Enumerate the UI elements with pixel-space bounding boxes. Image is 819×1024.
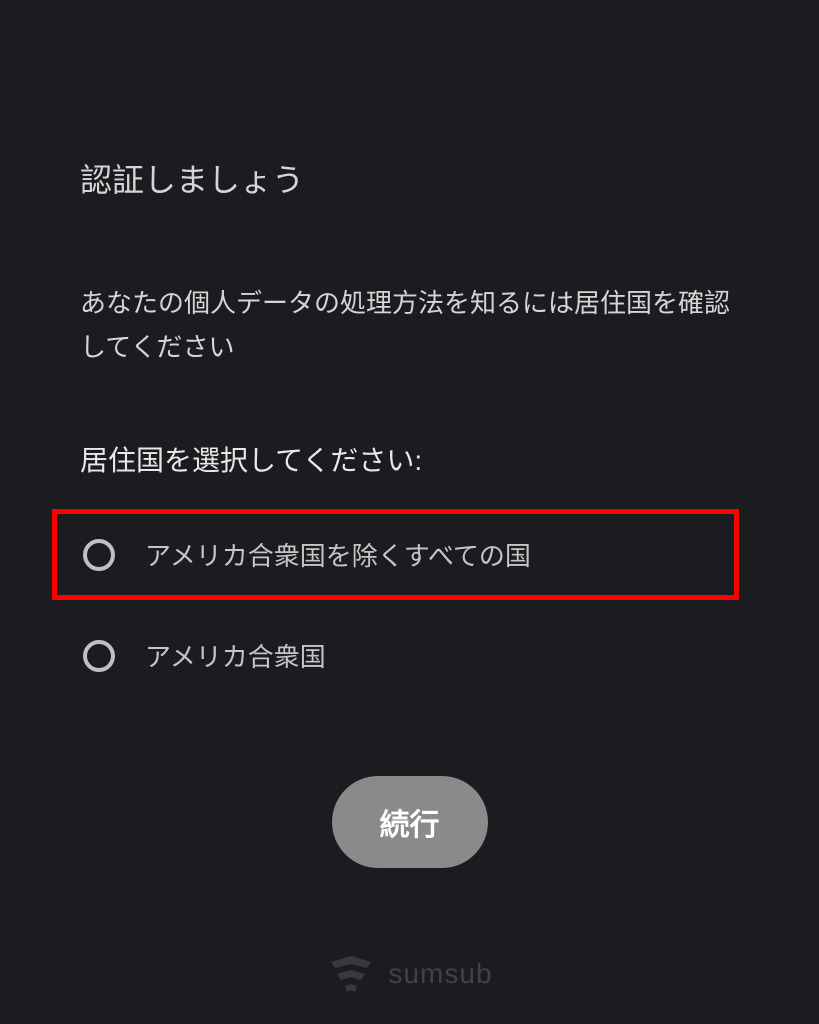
radio-option-us[interactable]: アメリカ合衆国 bbox=[52, 610, 739, 701]
page-description: あなたの個人データの処理方法を知るには居住国を確認してください bbox=[80, 281, 739, 369]
radio-icon bbox=[83, 539, 115, 571]
radio-icon bbox=[83, 640, 115, 672]
country-radio-group: アメリカ合衆国を除くすべての国 アメリカ合衆国 bbox=[52, 509, 739, 701]
brand-name: sumsub bbox=[388, 958, 492, 990]
continue-button[interactable]: 続行 bbox=[332, 776, 488, 868]
sumsub-logo-icon bbox=[326, 954, 374, 994]
select-country-label: 居住国を選択してください: bbox=[80, 439, 739, 479]
page-title: 認証しましょう bbox=[80, 155, 739, 201]
footer-brand: sumsub bbox=[326, 954, 492, 994]
radio-label: アメリカ合衆国 bbox=[145, 637, 326, 674]
radio-label: アメリカ合衆国を除くすべての国 bbox=[145, 536, 531, 573]
radio-option-all-except-us[interactable]: アメリカ合衆国を除くすべての国 bbox=[52, 509, 739, 600]
